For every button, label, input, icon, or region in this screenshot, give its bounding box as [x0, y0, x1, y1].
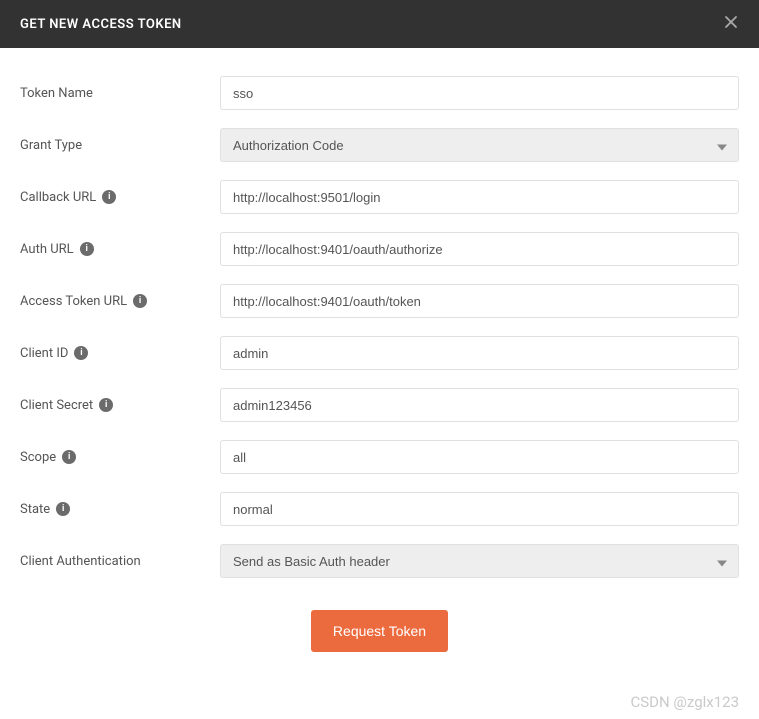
row-grant-type: Grant Type	[20, 128, 739, 162]
row-auth-url: Auth URL i	[20, 232, 739, 266]
access-token-url-input[interactable]	[220, 284, 739, 318]
label-text-callback-url: Callback URL	[20, 190, 96, 205]
client-id-input[interactable]	[220, 336, 739, 370]
label-text-grant-type: Grant Type	[20, 138, 82, 153]
modal-header: GET NEW ACCESS TOKEN	[0, 0, 759, 48]
row-scope: Scope i	[20, 440, 739, 474]
info-icon[interactable]: i	[74, 346, 88, 360]
control-access-token-url	[220, 284, 739, 318]
control-client-id	[220, 336, 739, 370]
info-icon[interactable]: i	[62, 450, 76, 464]
get-access-token-modal: GET NEW ACCESS TOKEN Token Name Grant Ty…	[0, 0, 759, 719]
label-text-client-secret: Client Secret	[20, 398, 93, 413]
label-text-access-token-url: Access Token URL	[20, 294, 127, 309]
grant-type-select[interactable]	[220, 128, 739, 162]
info-icon[interactable]: i	[133, 294, 147, 308]
modal-body: Token Name Grant Type Callback UR	[0, 48, 759, 719]
label-text-scope: Scope	[20, 450, 56, 465]
callback-url-input[interactable]	[220, 180, 739, 214]
label-text-state: State	[20, 502, 50, 517]
control-grant-type	[220, 128, 739, 162]
grant-type-select-wrap	[220, 128, 739, 162]
label-callback-url: Callback URL i	[20, 190, 220, 205]
info-icon[interactable]: i	[80, 242, 94, 256]
row-client-id: Client ID i	[20, 336, 739, 370]
control-auth-url	[220, 232, 739, 266]
row-token-name: Token Name	[20, 76, 739, 110]
control-client-secret	[220, 388, 739, 422]
control-callback-url	[220, 180, 739, 214]
client-auth-select-wrap	[220, 544, 739, 578]
token-name-input[interactable]	[220, 76, 739, 110]
label-grant-type: Grant Type	[20, 138, 220, 153]
close-button[interactable]	[715, 10, 739, 38]
label-access-token-url: Access Token URL i	[20, 294, 220, 309]
label-auth-url: Auth URL i	[20, 242, 220, 257]
control-scope	[220, 440, 739, 474]
label-client-auth: Client Authentication	[20, 554, 220, 569]
state-input[interactable]	[220, 492, 739, 526]
label-text-auth-url: Auth URL	[20, 242, 74, 257]
close-icon	[723, 14, 739, 30]
row-access-token-url: Access Token URL i	[20, 284, 739, 318]
info-icon[interactable]: i	[102, 190, 116, 204]
row-callback-url: Callback URL i	[20, 180, 739, 214]
label-text-client-auth: Client Authentication	[20, 554, 141, 569]
info-icon[interactable]: i	[99, 398, 113, 412]
modal-title: GET NEW ACCESS TOKEN	[20, 17, 182, 32]
control-state	[220, 492, 739, 526]
control-client-auth	[220, 544, 739, 578]
label-token-name: Token Name	[20, 86, 220, 101]
button-row: Request Token	[20, 610, 739, 652]
label-scope: Scope i	[20, 450, 220, 465]
request-token-button[interactable]: Request Token	[311, 610, 448, 652]
row-state: State i	[20, 492, 739, 526]
scope-input[interactable]	[220, 440, 739, 474]
row-client-secret: Client Secret i	[20, 388, 739, 422]
auth-url-input[interactable]	[220, 232, 739, 266]
label-state: State i	[20, 502, 220, 517]
label-client-id: Client ID i	[20, 346, 220, 361]
label-text-token-name: Token Name	[20, 86, 93, 101]
control-token-name	[220, 76, 739, 110]
row-client-auth: Client Authentication	[20, 544, 739, 578]
client-secret-input[interactable]	[220, 388, 739, 422]
info-icon[interactable]: i	[56, 502, 70, 516]
label-client-secret: Client Secret i	[20, 398, 220, 413]
label-text-client-id: Client ID	[20, 346, 68, 361]
client-auth-select[interactable]	[220, 544, 739, 578]
